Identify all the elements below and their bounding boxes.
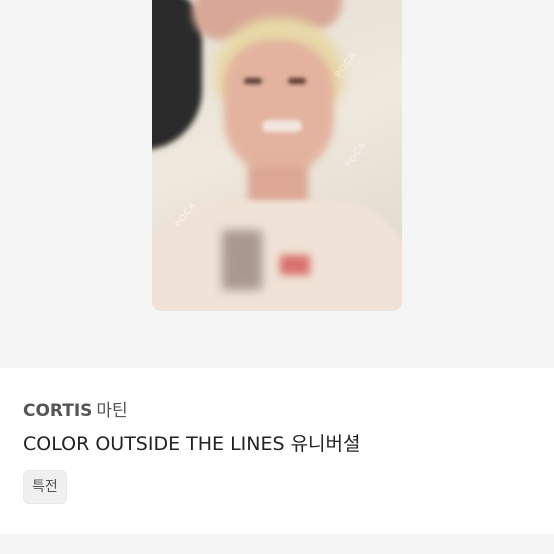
- tag-chip[interactable]: 특전: [23, 470, 67, 504]
- member-name: 마틴: [96, 401, 128, 421]
- album-title: COLOR OUTSIDE THE LINES 유니버셜: [23, 433, 361, 455]
- artist-name: CORTIS: [23, 401, 93, 421]
- product-info: CORTIS 마틴 COLOR OUTSIDE THE LINES 유니버셜 특전: [0, 368, 554, 554]
- product-image-area: POCA POCA POCA: [0, 0, 554, 368]
- photocard-image[interactable]: POCA POCA POCA: [152, 0, 402, 311]
- watermark: POCA: [344, 140, 369, 170]
- divider: [0, 534, 554, 554]
- artist-line: CORTIS 마틴: [23, 401, 128, 421]
